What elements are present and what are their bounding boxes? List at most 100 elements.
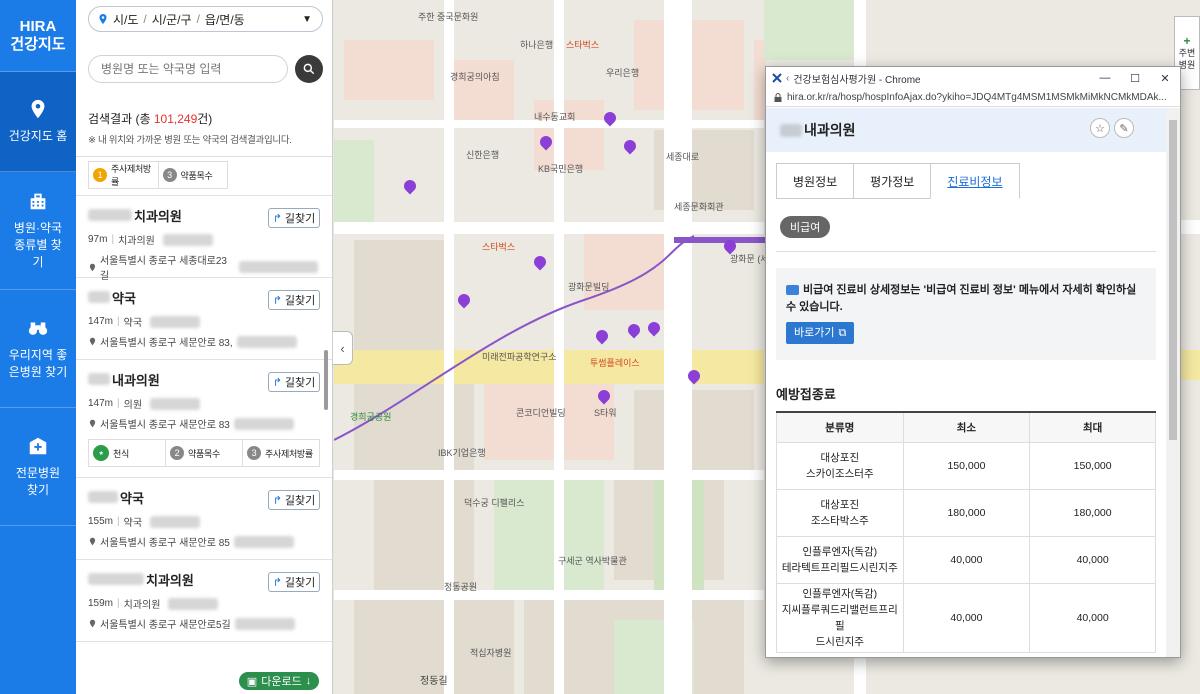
list-scrollbar[interactable]	[324, 350, 328, 410]
edit-pencil-button[interactable]: ✎	[1114, 118, 1134, 138]
map-label[interactable]: 덕수궁 디펠리스	[464, 496, 524, 509]
go-to-button[interactable]: 바로가기 ⧉	[786, 322, 855, 344]
list-item-partial[interactable]: 1 주사제처방률 3 약품목수	[76, 157, 332, 196]
region-select[interactable]: 시/도 / 시/군/구 / 읍/면/동 ▼	[88, 6, 323, 32]
tab-cost-info[interactable]: 진료비정보	[930, 163, 1020, 199]
search-input[interactable]	[88, 55, 288, 83]
redacted-text	[780, 123, 802, 137]
map-label[interactable]: 경희궁공원	[350, 410, 391, 423]
non-covered-chip[interactable]: 비급여	[780, 216, 831, 238]
popup-content: 내과의원 ☆ ✎ 병원정보 평가정보 진료비정보 비급여 비급여 진료비 상세정…	[766, 108, 1166, 657]
clinic-type: 치과의원	[118, 236, 155, 247]
lock-icon	[774, 93, 782, 102]
map-label[interactable]: IBK기업은행	[438, 446, 486, 459]
map-label[interactable]: 경희궁의아침	[450, 70, 500, 83]
maximize-button[interactable]: ☐	[1120, 72, 1150, 85]
map-label[interactable]: 투썸플레이스	[590, 356, 640, 369]
region-dong: 읍/면/동	[204, 12, 245, 27]
map-label[interactable]: 광화문빌딩	[568, 280, 609, 293]
map-label[interactable]: 콘코디언빌딩	[516, 406, 566, 419]
directions-button[interactable]: ↱ 길찾기	[268, 372, 320, 392]
rail-item-home[interactable]: 건강지도 홈	[0, 72, 76, 172]
map-label[interactable]: 주한 중국문화원	[418, 10, 478, 23]
directions-button[interactable]: ↱ 길찾기	[268, 208, 320, 228]
result-list[interactable]: 1 주사제처방률 3 약품목수 치과의원 ↱ 길찾기 97m | 치과의원 서울특별시 종…	[76, 156, 332, 661]
favorite-star-button[interactable]: ☆	[1090, 118, 1110, 138]
collapse-panel-button[interactable]: ‹	[333, 331, 353, 365]
download-button[interactable]: ▣ 다운로드 ↓	[239, 672, 319, 690]
directions-button[interactable]: ↱ 길찾기	[268, 490, 320, 510]
min-cell: 40,000	[902, 582, 1031, 653]
rail-item-type-search[interactable]: 병원·약국 종류별 찾기	[0, 172, 76, 290]
list-item[interactable]: 약국 ↱ 길찾기 155m | 약국 서울특별시 종로구 새문안로 85	[76, 478, 332, 560]
table-row: 인플루엔자(독감) 지씨플루쿼드리밸런트프리필 드시린지주 40,000 40,00…	[776, 582, 1156, 653]
clinic-name: 치과의원	[134, 208, 182, 224]
tab-evaluation[interactable]: 평가정보	[853, 163, 932, 199]
min-cell: 180,000	[902, 488, 1031, 537]
result-count: 검색결과 (총 101,249건)	[88, 112, 213, 126]
url-bar[interactable]: hira.or.kr/ra/hosp/hospInfoAjax.do?ykiho…	[766, 89, 1180, 107]
rail-label-type-search: 병원·약국 종류별 찾기	[13, 221, 63, 269]
table-row: 대상포진 스카이조스터주 150,000 150,000	[776, 441, 1156, 490]
map-label[interactable]: KB국민은행	[538, 162, 583, 175]
plus-icon: +	[1183, 34, 1191, 48]
scroll-thumb[interactable]	[1169, 120, 1177, 440]
map-pin-icon	[31, 99, 45, 119]
redacted-text	[162, 233, 213, 246]
tab-hospital-info[interactable]: 병원정보	[776, 163, 855, 199]
directions-button[interactable]: ↱ 길찾기	[268, 572, 320, 592]
section-title: 예방접종료	[776, 387, 836, 402]
minimize-button[interactable]: —	[1090, 72, 1120, 85]
redacted-text	[238, 261, 318, 273]
list-item[interactable]: 약국 ↱ 길찾기 147m | 약국 서울특별시 종로구 세문안로 83,	[76, 278, 332, 360]
popup-titlebar[interactable]: ‹ 건강보험심사평가원 - Chrome — ☐ ✕	[766, 67, 1180, 89]
map-label[interactable]: 우리은행	[606, 66, 639, 79]
map-label[interactable]: 적십자병원	[470, 646, 511, 659]
max-cell: 150,000	[1029, 441, 1156, 490]
search-button[interactable]	[295, 55, 323, 83]
map-label[interactable]: 세종문화회관	[674, 200, 724, 213]
tag: 1 주사제처방률	[89, 162, 159, 188]
directions-arrow-icon: ↱	[272, 376, 282, 389]
tag: 3 약품목수	[159, 162, 228, 188]
clinic-name: 약국	[112, 290, 136, 306]
map-label[interactable]: 하나은행	[520, 38, 553, 51]
map-road-label[interactable]: 정동길	[420, 672, 448, 687]
close-button[interactable]: ✕	[1150, 72, 1180, 85]
distance: 147m	[88, 398, 114, 409]
map-label[interactable]: S타워	[594, 406, 617, 419]
rail-item-good-hospital[interactable]: 우리지역 좋은병원 찾기	[0, 290, 76, 408]
redacted-text	[150, 315, 201, 328]
map-label[interactable]: 미래전파공학연구소	[482, 350, 557, 363]
building-icon	[30, 193, 46, 210]
map-label[interactable]: 정동공원	[444, 580, 477, 593]
redacted-text	[168, 597, 219, 610]
hira-logo[interactable]: HIRA 건강지도	[0, 0, 76, 72]
directions-button[interactable]: ↱ 길찾기	[268, 290, 320, 310]
redacted-text	[88, 291, 110, 303]
clinic-type: 의원	[123, 400, 143, 411]
tag-row: 1 주사제처방률 3 약품목수	[88, 161, 228, 189]
redacted-text	[88, 491, 118, 503]
map-road-label[interactable]: 세종대로	[666, 150, 699, 163]
popup-window[interactable]: ‹ 건강보험심사평가원 - Chrome — ☐ ✕ hira.or.kr/ra…	[765, 66, 1181, 658]
map-label[interactable]: 내수동교회	[534, 110, 575, 123]
list-item[interactable]: 치과의원 ↱ 길찾기 159m | 치과의원 서울특별시 종로구 새문안로5길	[76, 560, 332, 642]
rail-item-specialty[interactable]: 전문병원 찾기	[0, 408, 76, 526]
titlebar-menu-icon[interactable]: ‹	[786, 73, 789, 84]
table-row: 대상포진 조스타박스주 180,000 180,000	[776, 488, 1156, 537]
map-label[interactable]: 신한은행	[466, 148, 499, 161]
list-item[interactable]: 치과의원 ↱ 길찾기 97m | 치과의원 서울특별시 종로구 세종대로23길	[76, 196, 332, 282]
rank-badge: 2	[170, 446, 184, 460]
clinic-name: 약국	[120, 490, 144, 506]
redacted-text	[233, 417, 294, 430]
clinic-type: 약국	[123, 318, 143, 329]
list-item[interactable]: 내과의원 ↱ 길찾기 147m | 의원 서울특별시 종로구 새문안로 83 ★ 천식 …	[76, 360, 332, 478]
grade-seal-icon: ★	[93, 445, 109, 461]
map-label[interactable]: 스타벅스	[566, 38, 599, 51]
map-label[interactable]: 스타벅스	[482, 240, 515, 253]
min-cell: 40,000	[902, 535, 1031, 584]
map-label[interactable]: 구세군 역사박물관	[558, 554, 627, 567]
max-cell: 40,000	[1029, 535, 1156, 584]
popup-scrollbar[interactable]	[1166, 108, 1180, 657]
